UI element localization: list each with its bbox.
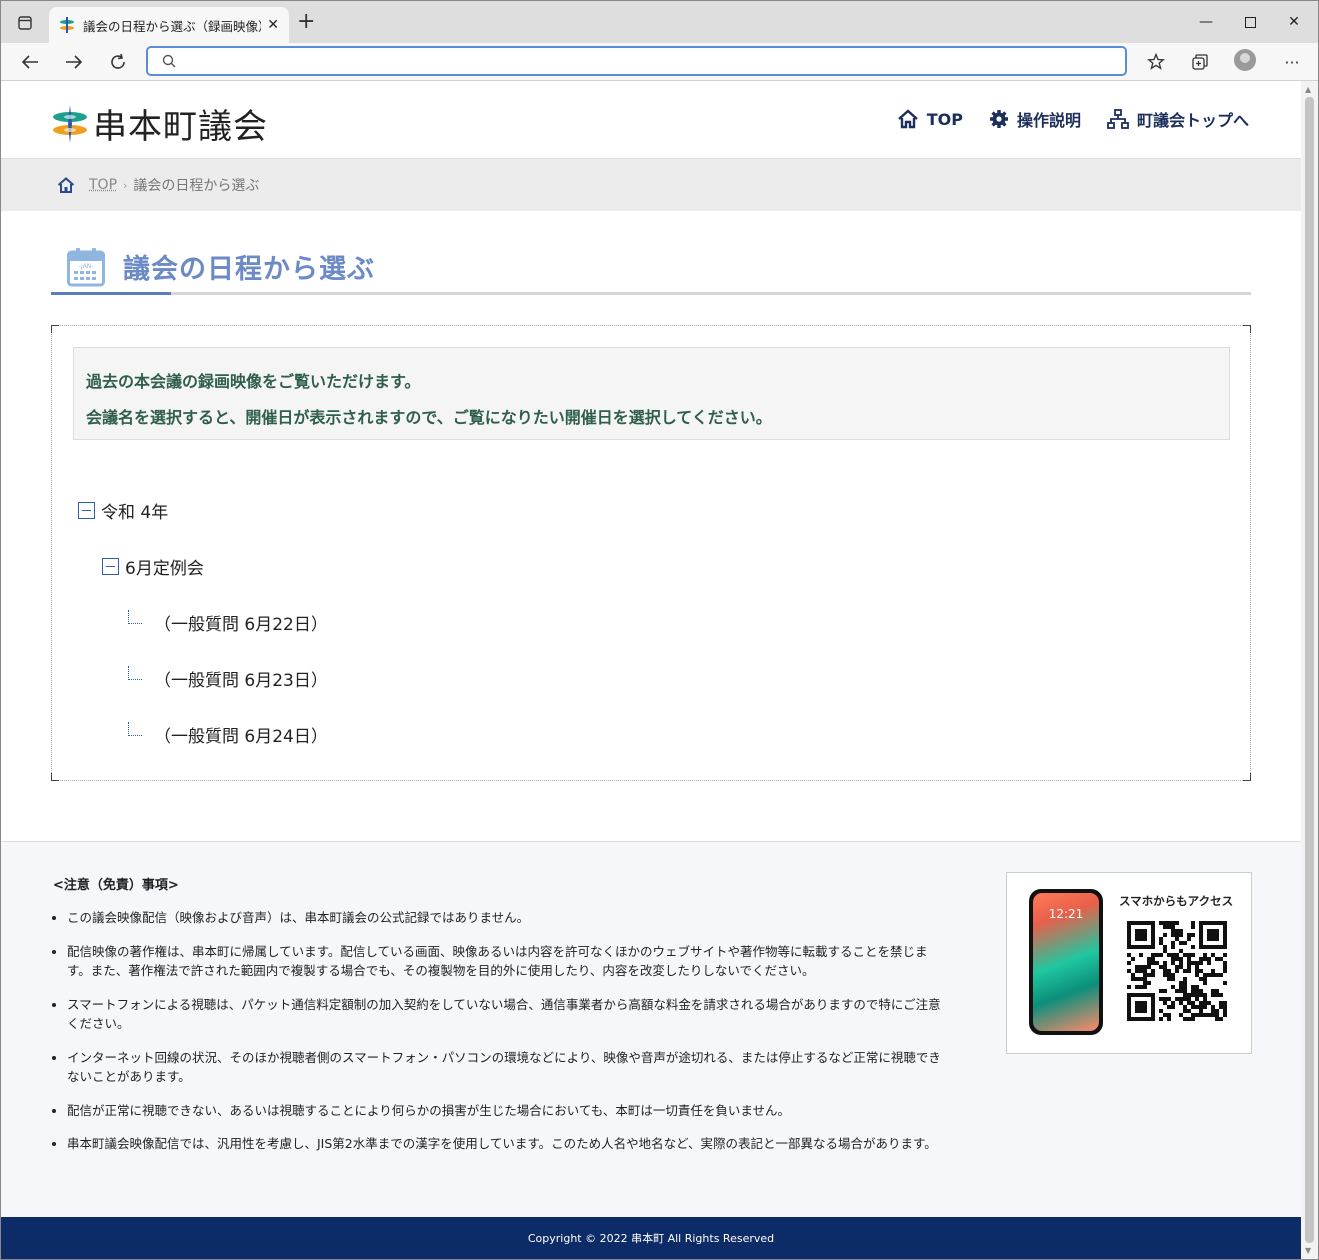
close-tab-icon[interactable]: ✕ bbox=[267, 17, 279, 33]
more-menu-icon[interactable]: ··· bbox=[1277, 48, 1307, 76]
tree-node-day[interactable]: （一般質問 6月22日） bbox=[128, 609, 328, 635]
collapse-toggle-icon[interactable] bbox=[78, 502, 95, 519]
back-icon[interactable] bbox=[15, 48, 45, 76]
breadcrumb-current: 議会の日程から選ぶ bbox=[133, 178, 260, 194]
disclaimer-list: この議会映像配信（映像および音声）は、串本町議会の公式記録ではありません。 配信… bbox=[67, 908, 951, 1168]
page-title-block: -JAN- 議会の日程から選ぶ bbox=[51, 243, 1251, 295]
tree-node-day[interactable]: （一般質問 6月24日） bbox=[128, 721, 328, 747]
page-viewport: 串本町議会 TOP 操作説明 町議会トップへ TOP › 議会の日程から選ぶ -… bbox=[1, 81, 1301, 1259]
site-favicon-icon bbox=[60, 17, 74, 33]
tab-strip: 議会の日程から選ぶ（録画映像） ✕ + — ✕ bbox=[1, 1, 1318, 43]
tree-day-label[interactable]: （一般質問 6月24日） bbox=[154, 722, 328, 747]
forward-icon[interactable] bbox=[59, 48, 89, 76]
breadcrumb-top-link[interactable]: TOP bbox=[89, 177, 117, 193]
gear-icon bbox=[989, 110, 1008, 128]
copyright-footer: Copyright © 2022 串本町 All Rights Reserved bbox=[1, 1217, 1301, 1259]
search-icon bbox=[162, 54, 176, 68]
close-window-icon[interactable]: ✕ bbox=[1271, 9, 1317, 35]
qr-code-icon bbox=[1127, 921, 1227, 1021]
favorites-icon[interactable] bbox=[1141, 48, 1171, 76]
scroll-down-icon[interactable]: ▼ bbox=[1305, 1246, 1311, 1255]
tree-connector bbox=[128, 721, 142, 736]
notice-line-2: 会議名を選択すると、開催日が表示されますので、ご覧になりたい開催日を選択してくだ… bbox=[86, 408, 772, 427]
tab-title: 議会の日程から選ぶ（録画映像） bbox=[83, 18, 262, 34]
maximize-icon[interactable] bbox=[1227, 9, 1273, 35]
tree-day-label[interactable]: （一般質問 6月23日） bbox=[154, 666, 328, 691]
disclaimer-item: 串本町議会映像配信では、汎用性を考慮し、JIS第2水準までの漢字を使用しています… bbox=[67, 1134, 951, 1154]
mobile-access-box: 12:21 スマホからもアクセス bbox=[1006, 872, 1252, 1054]
tree-year-label[interactable]: 令和 4年 bbox=[101, 498, 168, 523]
breadcrumb: TOP › 議会の日程から選ぶ bbox=[1, 159, 1301, 211]
address-input[interactable] bbox=[182, 49, 1125, 73]
disclaimer-heading: <注意（免責）事項> bbox=[53, 878, 179, 893]
browser-window: 議会の日程から選ぶ（録画映像） ✕ + — ✕ ··· 串本町議会 TOP 操作… bbox=[0, 0, 1319, 1260]
browser-toolbar: ··· bbox=[1, 43, 1318, 81]
nav-council-top-link[interactable]: 町議会トップへ bbox=[1107, 107, 1249, 131]
new-tab-icon[interactable]: + bbox=[297, 11, 315, 33]
profile-avatar[interactable] bbox=[1234, 49, 1256, 71]
logo-mark-icon bbox=[53, 104, 87, 143]
schedule-panel: 過去の本会議の録画映像をご覧いただけます。 会議名を選択すると、開催日が表示され… bbox=[51, 325, 1251, 781]
notice-box: 過去の本会議の録画映像をご覧いただけます。 会議名を選択すると、開催日が表示され… bbox=[73, 347, 1230, 440]
address-bar[interactable] bbox=[146, 46, 1127, 76]
copyright-text: Copyright © 2022 串本町 All Rights Reserved bbox=[527, 1232, 775, 1245]
tree-connector bbox=[128, 665, 142, 680]
panel-corner bbox=[1243, 325, 1251, 333]
minimize-icon[interactable]: — bbox=[1183, 9, 1229, 35]
disclaimer-item: インターネット回線の状況、そのほか視聴者側のスマートフォン・パソコンの環境などに… bbox=[67, 1048, 951, 1087]
nav-top-link[interactable]: TOP bbox=[897, 107, 963, 131]
scrollbar-thumb[interactable] bbox=[1305, 97, 1314, 1243]
tab-actions-icon[interactable] bbox=[11, 9, 39, 37]
disclaimer-section: <注意（免責）事項> この議会映像配信（映像および音声）は、串本町議会の公式記録… bbox=[1, 841, 1301, 1217]
calendar-icon-text: -JAN- bbox=[79, 263, 94, 270]
site-logo[interactable]: 串本町議会 bbox=[51, 99, 268, 148]
tree-node-day[interactable]: （一般質問 6月23日） bbox=[128, 665, 328, 691]
site-header: 串本町議会 TOP 操作説明 町議会トップへ bbox=[1, 81, 1301, 159]
phone-time: 12:21 bbox=[1048, 907, 1084, 921]
page-title: 議会の日程から選ぶ bbox=[123, 254, 375, 285]
panel-corner bbox=[51, 325, 59, 333]
reload-icon[interactable] bbox=[103, 48, 133, 76]
disclaimer-item: 配信映像の著作権は、串本町に帰属しています。配信している画面、映像あるいは内容を… bbox=[67, 942, 951, 981]
scroll-up-icon[interactable]: ▲ bbox=[1305, 85, 1311, 94]
collections-icon[interactable] bbox=[1185, 48, 1215, 76]
browser-tab[interactable]: 議会の日程から選ぶ（録画映像） ✕ bbox=[49, 7, 289, 43]
notice-line-1: 過去の本会議の録画映像をご覧いただけます。 bbox=[86, 372, 421, 391]
disclaimer-item: 配信が正常に視聴できない、あるいは視聴することにより何らかの損害が生じた場合にお… bbox=[67, 1101, 951, 1121]
mobile-access-caption: スマホからもアクセス bbox=[1119, 894, 1234, 908]
home-icon bbox=[897, 109, 918, 129]
disclaimer-item: スマートフォンによる視聴は、パケット通信料定額制の加入契約をしていない場合、通信… bbox=[67, 995, 951, 1034]
calendar-icon: -JAN- bbox=[67, 248, 105, 287]
tree-connector bbox=[128, 609, 142, 624]
page-scrollbar[interactable]: ▲ ▼ bbox=[1301, 81, 1318, 1259]
sitemap-icon bbox=[1107, 109, 1129, 129]
nav-help-label: 操作説明 bbox=[1016, 111, 1081, 130]
nav-top-label: TOP bbox=[926, 109, 963, 129]
breadcrumb-home-icon[interactable] bbox=[57, 177, 75, 193]
panel-corner bbox=[1243, 773, 1251, 781]
collapse-toggle-icon[interactable] bbox=[102, 558, 119, 575]
tree-node-session[interactable]: 6月定例会 bbox=[102, 554, 204, 579]
tree-node-year[interactable]: 令和 4年 bbox=[78, 498, 168, 523]
smartphone-image: 12:21 bbox=[1029, 889, 1103, 1035]
global-nav: TOP 操作説明 町議会トップへ bbox=[897, 107, 1249, 131]
tree-day-label[interactable]: （一般質問 6月22日） bbox=[154, 610, 328, 635]
disclaimer-item: この議会映像配信（映像および音声）は、串本町議会の公式記録ではありません。 bbox=[67, 908, 951, 928]
nav-help-link[interactable]: 操作説明 bbox=[989, 107, 1081, 131]
tree-session-label[interactable]: 6月定例会 bbox=[125, 554, 204, 579]
site-name: 串本町議会 bbox=[93, 107, 268, 147]
title-accent-bar bbox=[51, 292, 171, 295]
breadcrumb-separator: › bbox=[123, 178, 128, 192]
nav-council-top-label: 町議会トップへ bbox=[1136, 111, 1249, 130]
panel-corner bbox=[51, 773, 59, 781]
